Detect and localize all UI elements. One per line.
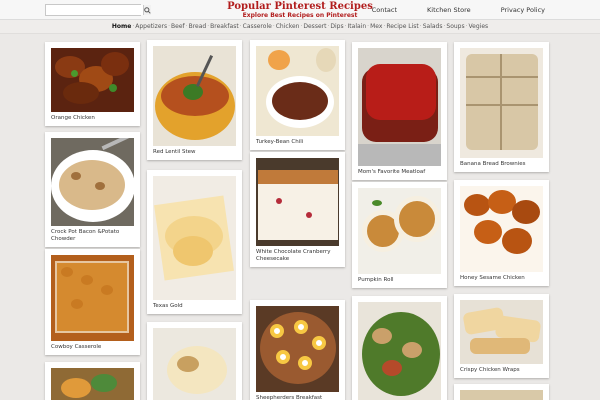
- recipe-image[interactable]: [256, 306, 339, 392]
- search-icon: [144, 6, 151, 14]
- recipe-card[interactable]: Banana Bread Brownies: [454, 42, 549, 172]
- top-bar: Popular Pinterest Recipes Explore Best R…: [0, 0, 600, 20]
- recipe-image[interactable]: [256, 158, 339, 246]
- recipe-caption[interactable]: Crispy Chicken Wraps: [460, 364, 543, 378]
- recipe-card[interactable]: Crock Pot Bacon &Potato Chowder: [45, 132, 140, 247]
- recipe-card[interactable]: Turkey-Bean Chili: [250, 40, 345, 150]
- recipe-image[interactable]: [460, 186, 543, 272]
- category-link-mex[interactable]: Mex: [370, 23, 382, 30]
- recipe-image[interactable]: [460, 300, 543, 364]
- category-link-casserole[interactable]: Casserole: [243, 23, 272, 30]
- category-link-chicken[interactable]: Chicken: [276, 23, 300, 30]
- recipe-image[interactable]: [51, 48, 134, 112]
- recipe-card[interactable]: Mom's Favorite Meatloaf: [352, 42, 447, 180]
- recipe-caption[interactable]: Cowboy Casserole: [51, 341, 134, 355]
- kitchen-store-link[interactable]: Kitchen Store: [427, 6, 471, 14]
- recipe-caption[interactable]: Mom's Favorite Meatloaf: [358, 166, 441, 180]
- category-link-recipe-list[interactable]: Recipe List: [386, 23, 418, 30]
- category-link-appetizers[interactable]: Appetizers: [135, 23, 167, 30]
- recipe-image[interactable]: [358, 188, 441, 274]
- recipe-image[interactable]: [358, 48, 441, 166]
- recipe-image[interactable]: [460, 390, 543, 400]
- recipe-card[interactable]: White Chocolate Cranberry Cheesecake: [250, 152, 345, 267]
- recipe-caption[interactable]: Orange Chicken: [51, 112, 134, 126]
- recipe-image[interactable]: [153, 176, 236, 300]
- search-box: [45, 4, 151, 16]
- recipe-image[interactable]: [51, 138, 134, 226]
- recipe-image[interactable]: [153, 328, 236, 400]
- category-link-breakfast[interactable]: Breakfast: [210, 23, 239, 30]
- recipe-caption[interactable]: White Chocolate Cranberry Cheesecake: [256, 246, 339, 267]
- recipe-image[interactable]: [51, 255, 134, 341]
- recipe-caption[interactable]: Texas Gold: [153, 300, 236, 314]
- recipe-caption[interactable]: Sheepherders Breakfast Recipe: [256, 392, 339, 400]
- recipe-card[interactable]: Pumpkin Roll: [352, 182, 447, 288]
- recipe-card[interactable]: Orange Chicken: [45, 42, 140, 126]
- category-link-dessert[interactable]: Dessert: [303, 23, 326, 30]
- recipe-card[interactable]: Crispy Chicken Wraps: [454, 294, 549, 378]
- recipe-card[interactable]: Texas Gold: [147, 170, 242, 314]
- recipe-caption[interactable]: Pumpkin Roll: [358, 274, 441, 288]
- top-links: Contact Kitchen Store Privacy Policy: [342, 6, 545, 14]
- search-input[interactable]: [46, 5, 143, 15]
- category-link-vegies[interactable]: Vegies: [469, 23, 489, 30]
- recipe-card[interactable]: [352, 296, 447, 400]
- recipe-image[interactable]: [460, 48, 543, 158]
- recipe-card[interactable]: Red Lentil Stew: [147, 40, 242, 160]
- privacy-policy-link[interactable]: Privacy Policy: [501, 6, 545, 14]
- recipe-image[interactable]: [358, 302, 441, 400]
- recipe-caption[interactable]: Honey Sesame Chicken: [460, 272, 543, 286]
- category-link-dips[interactable]: Dips: [330, 23, 343, 30]
- category-link-bread[interactable]: Bread: [189, 23, 207, 30]
- recipe-caption[interactable]: Crock Pot Bacon &Potato Chowder: [51, 226, 134, 247]
- category-link-salads[interactable]: Salads: [423, 23, 443, 30]
- recipe-caption[interactable]: Banana Bread Brownies: [460, 158, 543, 172]
- category-link-italain[interactable]: Italain: [348, 23, 367, 30]
- category-link-home[interactable]: Home: [112, 23, 131, 30]
- category-nav: Home·Appetizers·Beef·Bread·Breakfast·Cas…: [0, 20, 600, 34]
- recipe-caption[interactable]: Red Lentil Stew: [153, 146, 236, 160]
- recipe-card[interactable]: Honey Sesame Chicken: [454, 180, 549, 286]
- recipe-card[interactable]: [454, 384, 549, 400]
- contact-link[interactable]: Contact: [372, 6, 397, 14]
- recipe-image[interactable]: [153, 46, 236, 146]
- recipe-card[interactable]: [147, 322, 242, 400]
- recipe-image[interactable]: [256, 46, 339, 136]
- recipe-image[interactable]: [51, 368, 134, 400]
- recipe-card[interactable]: Cowboy Casserole: [45, 249, 140, 355]
- category-link-soups[interactable]: Soups: [446, 23, 464, 30]
- recipe-card[interactable]: [45, 362, 140, 400]
- recipe-card[interactable]: Sheepherders Breakfast Recipe: [250, 300, 345, 400]
- category-link-beef[interactable]: Beef: [171, 23, 185, 30]
- recipe-caption[interactable]: Turkey-Bean Chili: [256, 136, 339, 150]
- search-button[interactable]: [143, 5, 151, 15]
